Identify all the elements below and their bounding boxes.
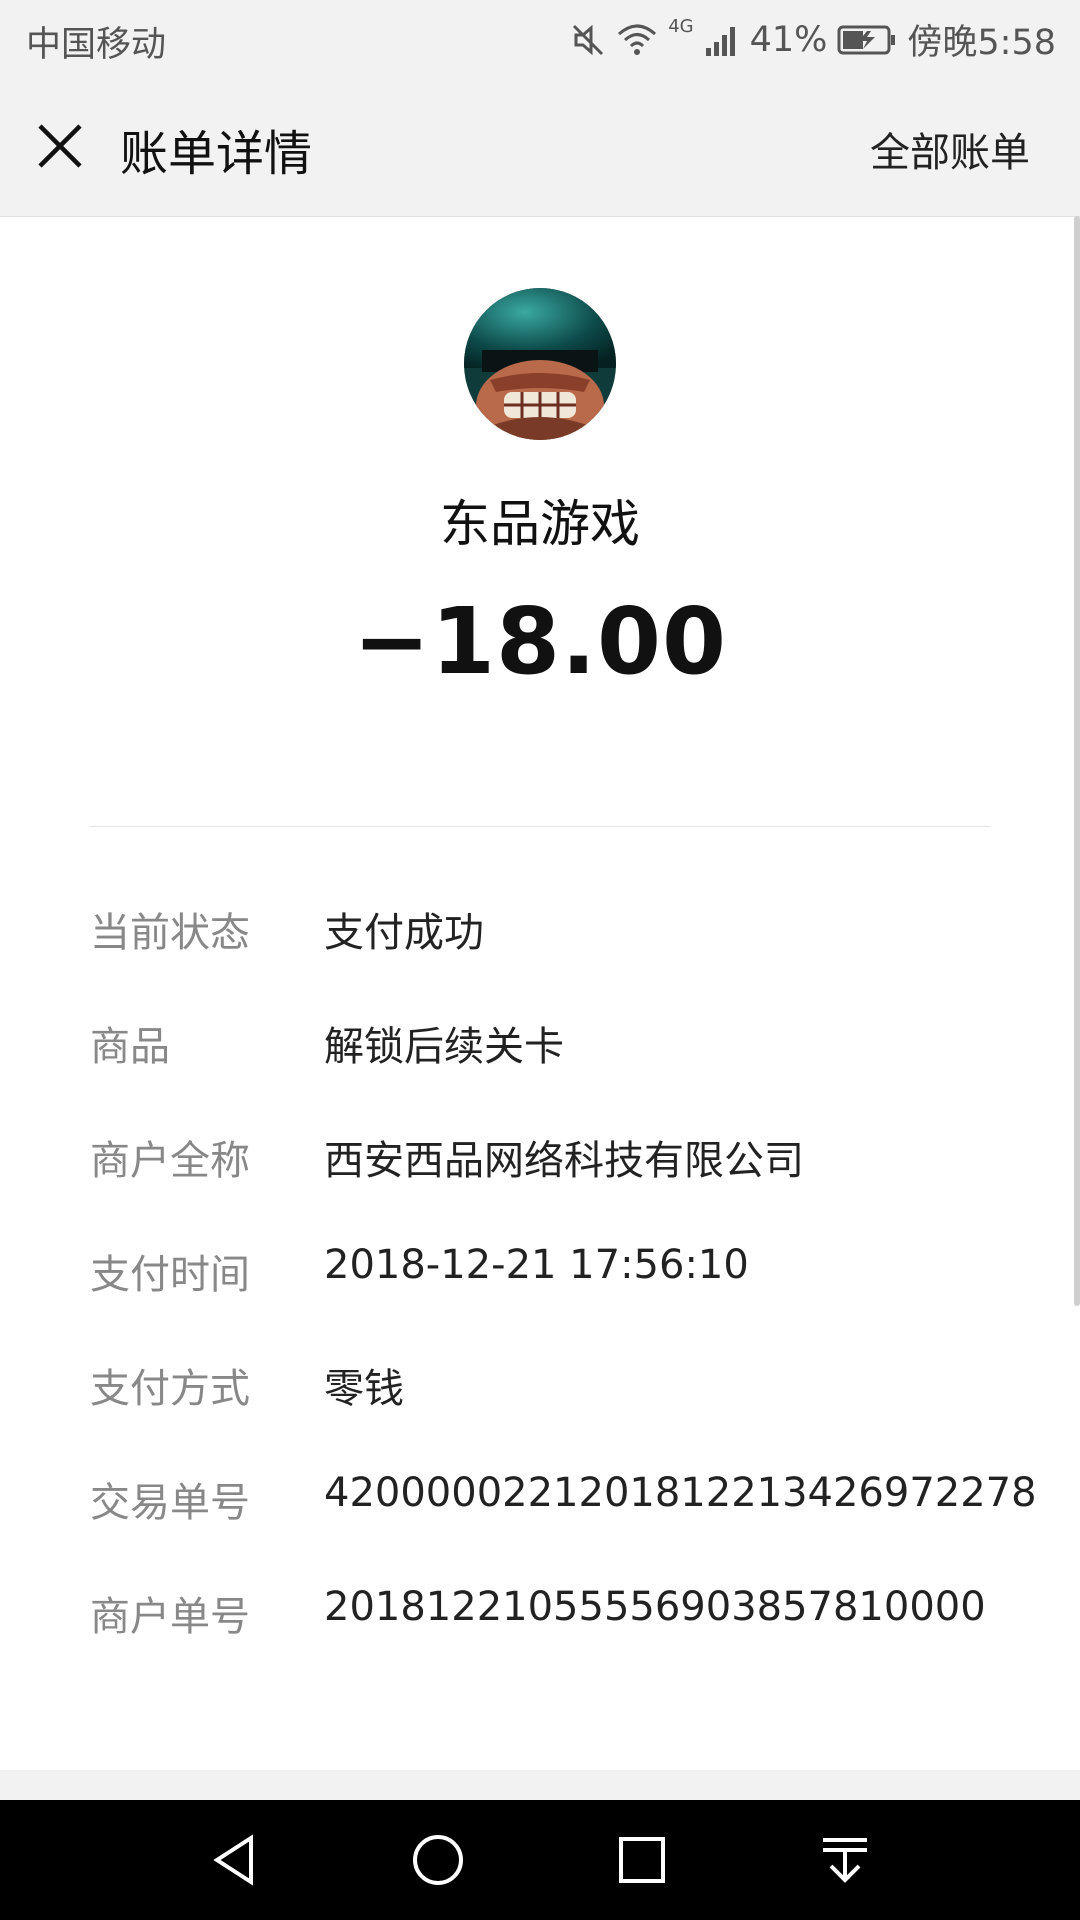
scrollbar[interactable] bbox=[1074, 216, 1080, 1306]
detail-row-merchant: 商户全称 西安西品网络科技有限公司 bbox=[90, 1128, 1040, 1242]
detail-row-transaction-id: 交易单号 4200000221201812213426972278 bbox=[90, 1470, 1040, 1584]
all-bills-link[interactable]: 全部账单 bbox=[870, 120, 1030, 178]
detail-row-merchant-order-id: 商户单号 2018122105555690385781000​0 bbox=[90, 1584, 1040, 1698]
notification-pull-icon[interactable] bbox=[815, 1830, 875, 1890]
home-icon[interactable] bbox=[408, 1830, 468, 1890]
detail-value: 解锁后续关卡 bbox=[324, 1024, 564, 1070]
carrier-label: 中国移动 bbox=[26, 25, 167, 65]
detail-value: 支付成功 bbox=[324, 910, 484, 956]
detail-label: 商户单号 bbox=[90, 1594, 250, 1640]
detail-row-status: 当前状态 支付成功 bbox=[90, 900, 1040, 1014]
battery-icon bbox=[837, 23, 897, 57]
detail-label: 支付方式 bbox=[90, 1366, 250, 1412]
network-type: 4G bbox=[668, 16, 694, 37]
wifi-icon bbox=[616, 22, 658, 58]
detail-value: 2018-12-21 17:56:10 bbox=[324, 1242, 749, 1288]
page-title: 账单详情 bbox=[120, 126, 313, 182]
detail-value: 2018122105555690385781000​0 bbox=[324, 1584, 986, 1630]
status-icons: 4G 41% 傍晚5:58 bbox=[570, 14, 1056, 65]
detail-value: 零钱 bbox=[324, 1366, 404, 1412]
signal-icon bbox=[704, 22, 740, 58]
recents-icon[interactable] bbox=[612, 1830, 672, 1890]
game-avatar-icon bbox=[464, 288, 616, 440]
amount: −18.00 bbox=[352, 588, 728, 695]
bottom-band bbox=[0, 1770, 1080, 1800]
mute-icon bbox=[570, 22, 606, 58]
detail-value: 4200000221201812213426972278 bbox=[324, 1470, 1037, 1516]
merchant-name: 东品游戏 bbox=[440, 495, 640, 553]
status-bar: 中国移动 4G 41% 傍晚5:58 bbox=[0, 0, 1080, 76]
battery-percent: 41% bbox=[749, 19, 828, 60]
detail-row-product: 商品 解锁后续关卡 bbox=[90, 1014, 1040, 1128]
navigation-bar bbox=[0, 1800, 1080, 1920]
bill-details: 当前状态 支付成功 商品 解锁后续关卡 商户全称 西安西品网络科技有限公司 支付… bbox=[90, 900, 1040, 1698]
detail-value: 西安西品网络科技有限公司 bbox=[324, 1138, 804, 1184]
divider bbox=[90, 826, 990, 827]
detail-label: 支付时间 bbox=[90, 1252, 250, 1298]
header-bar: 账单详情 全部账单 bbox=[0, 76, 1080, 217]
close-icon[interactable] bbox=[30, 116, 90, 176]
detail-label: 交易单号 bbox=[90, 1480, 250, 1526]
clock: 傍晚5:58 bbox=[907, 23, 1056, 63]
back-icon[interactable] bbox=[205, 1830, 265, 1890]
detail-label: 商户全称 bbox=[90, 1138, 250, 1184]
detail-row-pay-time: 支付时间 2018-12-21 17:56:10 bbox=[90, 1242, 1040, 1356]
detail-label: 当前状态 bbox=[90, 910, 250, 956]
detail-row-pay-method: 支付方式 零钱 bbox=[90, 1356, 1040, 1470]
detail-label: 商品 bbox=[90, 1024, 170, 1070]
